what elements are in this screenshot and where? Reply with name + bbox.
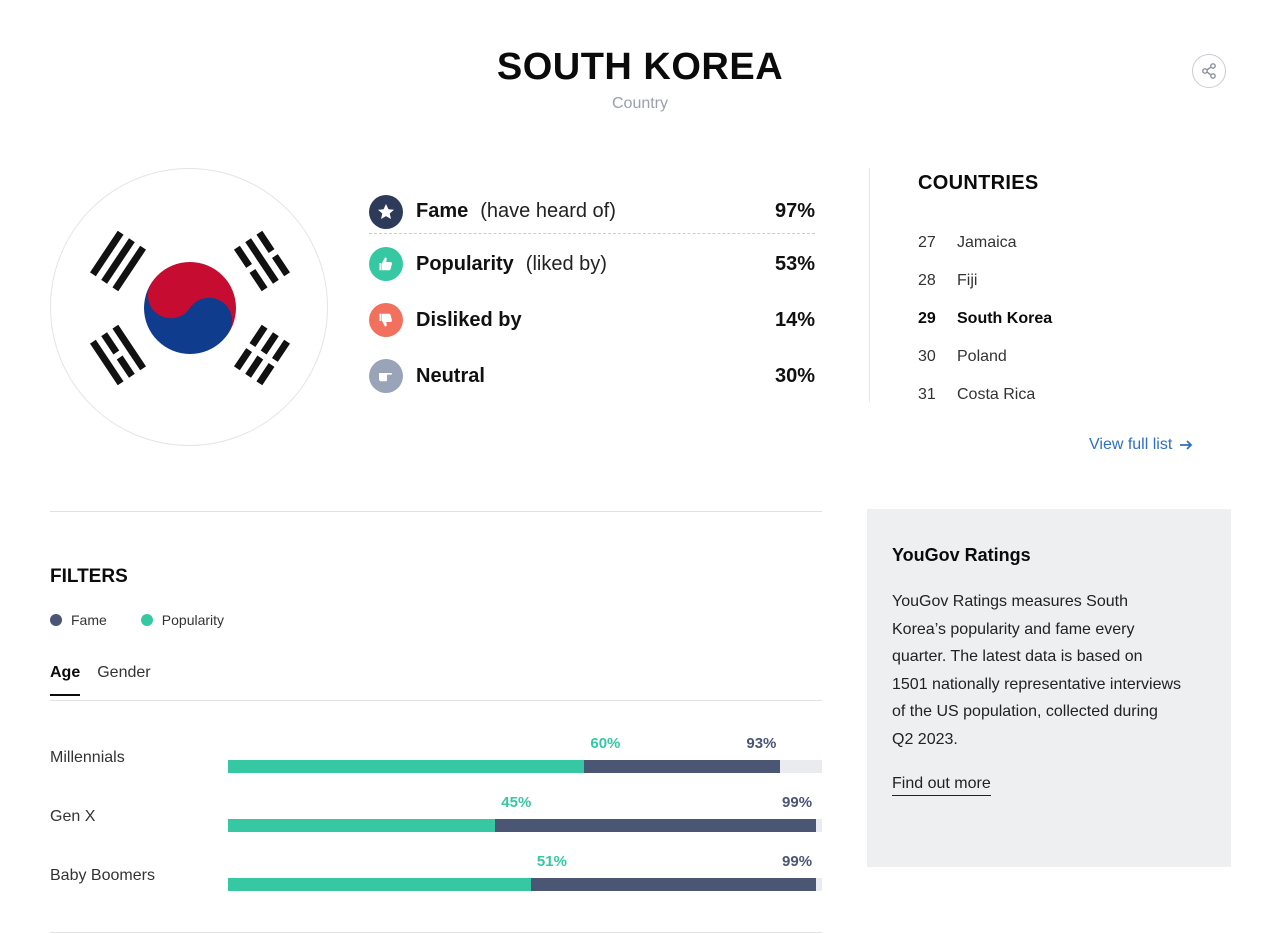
- rank-country: Fiji: [957, 272, 978, 289]
- page-subtitle: Country: [611, 95, 669, 112]
- hand-point-icon: [369, 359, 403, 393]
- rank-number: 29: [918, 310, 936, 327]
- bar-popularity: [228, 878, 531, 891]
- stat-disliked: Disliked by 14%: [369, 302, 815, 338]
- bar-popularity: [228, 819, 496, 832]
- bar-track: [228, 819, 822, 832]
- arrow-right-icon: [1180, 440, 1193, 450]
- bar-fame-value: 99%: [782, 853, 813, 870]
- bar-row: Baby Boomers 51% 99%: [50, 853, 822, 893]
- tab-gender[interactable]: Gender: [97, 664, 150, 696]
- share-button[interactable]: [1192, 54, 1226, 88]
- rank-country: South Korea: [957, 310, 1053, 327]
- find-out-more-link[interactable]: Find out more: [892, 775, 991, 796]
- info-text: YouGov Ratings measures South Korea’s po…: [892, 593, 1182, 748]
- bar-row: Gen X 45% 99%: [50, 794, 822, 834]
- thumbs-down-icon: [369, 303, 403, 337]
- bar-row: Millennials 60% 93%: [50, 735, 822, 775]
- share-icon: [1202, 63, 1216, 79]
- thumbs-up-icon: [369, 247, 403, 281]
- bar-category-label: Gen X: [50, 808, 96, 825]
- view-full-list-label: View full list: [1089, 436, 1173, 453]
- page-title: SOUTH KOREA: [496, 46, 784, 88]
- bar-popularity-value: 51%: [536, 853, 567, 870]
- legend-fame-dot: [50, 614, 62, 626]
- rank-item[interactable]: 30 Poland: [918, 338, 1218, 376]
- stats-panel: Fame (have heard of) 97% Popularity (lik…: [369, 192, 815, 394]
- flag-image: [50, 168, 328, 446]
- section-divider: [50, 932, 822, 933]
- info-box: YouGov Ratings YouGov Ratings measures S…: [867, 509, 1231, 867]
- legend-popularity-dot: [140, 614, 153, 626]
- stat-fame-value: 97%: [774, 200, 815, 222]
- rank-country: Costa Rica: [957, 386, 1036, 403]
- legend-popularity: Popularity: [140, 612, 225, 628]
- view-full-list-link[interactable]: View full list: [1089, 436, 1193, 454]
- countries-title: COUNTRIES: [918, 172, 1039, 194]
- section-divider: [50, 511, 822, 512]
- bar-category-label: Baby Boomers: [50, 867, 155, 884]
- rank-item[interactable]: 28 Fiji: [918, 262, 1218, 300]
- stat-neutral: Neutral 30%: [369, 358, 815, 394]
- rank-item[interactable]: 27 Jamaica: [918, 224, 1218, 262]
- vertical-divider: [869, 168, 870, 402]
- stat-neutral-label: Neutral: [416, 364, 485, 387]
- stat-popularity-label: Popularity: [416, 252, 514, 275]
- info-title: YouGov Ratings: [892, 545, 1031, 565]
- rank-country: Jamaica: [957, 234, 1017, 251]
- bar-track: [228, 760, 822, 773]
- rank-item-current[interactable]: 29 South Korea: [918, 300, 1218, 338]
- legend-popularity-label: Popularity: [161, 612, 225, 628]
- legend-fame-label: Fame: [71, 612, 107, 628]
- south-korea-flag-icon: [89, 230, 291, 386]
- rank-item[interactable]: 31 Costa Rica: [918, 376, 1218, 414]
- rank-number: 30: [918, 348, 936, 365]
- rank-number: 27: [918, 234, 936, 251]
- stat-fame-label: Fame: [416, 200, 469, 222]
- filters-title: FILTERS: [50, 566, 128, 587]
- bar-popularity-value: 60%: [590, 735, 621, 752]
- stat-fame-sub: (have heard of): [480, 200, 616, 222]
- tabs-underline: [50, 700, 822, 701]
- legend-fame: Fame: [50, 612, 107, 628]
- stat-fame: Fame (have heard of) 97%: [369, 192, 815, 234]
- bar-track: [228, 878, 822, 891]
- stat-disliked-value: 14%: [774, 308, 815, 331]
- stat-popularity-value: 53%: [774, 252, 815, 275]
- stat-popularity-sub: (liked by): [525, 252, 607, 275]
- stat-disliked-label: Disliked by: [416, 308, 522, 331]
- stat-popularity: Popularity (liked by) 53%: [369, 246, 815, 282]
- rank-number: 28: [918, 272, 936, 289]
- tab-age[interactable]: Age: [50, 664, 81, 696]
- bar-fame-value: 93%: [746, 735, 777, 752]
- star-icon: [369, 194, 403, 229]
- bar-category-label: Millennials: [50, 749, 125, 766]
- rank-number: 31: [918, 386, 936, 403]
- stat-neutral-value: 30%: [774, 364, 815, 387]
- rank-country: Poland: [957, 348, 1007, 365]
- bar-popularity-value: 45%: [501, 794, 532, 811]
- filter-tabs: Age Gender: [50, 664, 168, 696]
- bar-fame-value: 99%: [782, 794, 813, 811]
- bar-popularity: [228, 760, 585, 773]
- chart-legend: Fame Popularity: [50, 612, 258, 628]
- countries-rank-list: 27 Jamaica 28 Fiji 29 South Korea 30 Pol…: [918, 224, 1218, 414]
